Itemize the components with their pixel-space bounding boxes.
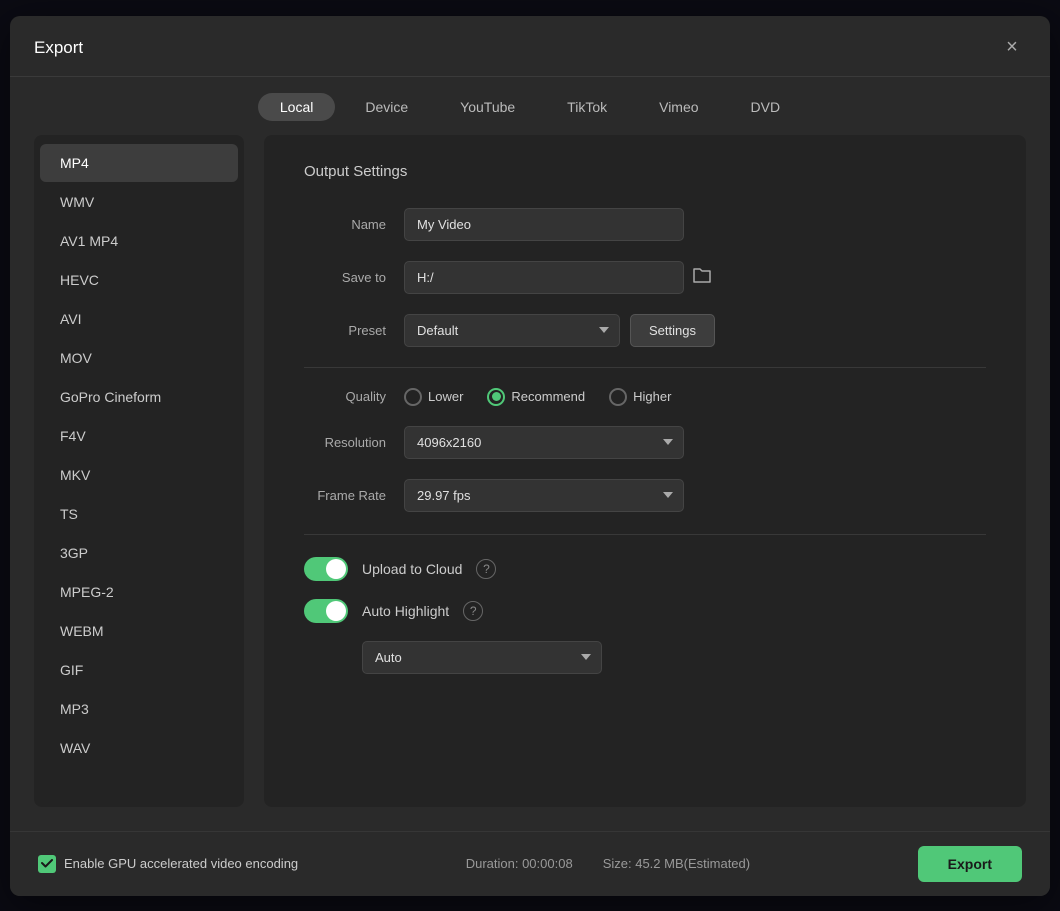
resolution-label: Resolution — [304, 435, 404, 450]
settings-button[interactable]: Settings — [630, 314, 715, 347]
upload-cloud-toggle[interactable] — [304, 557, 348, 581]
dialog-header: Export × — [10, 16, 1050, 77]
save-to-label: Save to — [304, 270, 404, 285]
auto-highlight-toggle-knob — [326, 601, 346, 621]
footer-center: Duration: 00:00:08 Size: 45.2 MB(Estimat… — [466, 856, 750, 871]
dialog-overlay: Export × Local Device YouTube TikTok Vim… — [0, 0, 1060, 911]
preset-row: Preset Default Custom Settings — [304, 314, 986, 347]
save-to-row: Save to — [304, 261, 986, 294]
gpu-checkbox-wrapper[interactable]: Enable GPU accelerated video encoding — [38, 855, 298, 873]
section-divider — [304, 534, 986, 535]
quality-lower-radio[interactable] — [404, 388, 422, 406]
settings-panel: Output Settings Name Save to — [264, 135, 1026, 807]
quality-options: Lower Recommend Higher — [404, 388, 671, 406]
size-stat: Size: 45.2 MB(Estimated) — [603, 856, 750, 871]
resolution-row: Resolution 4096x2160 1920x1080 1280x720 — [304, 426, 986, 459]
tab-vimeo[interactable]: Vimeo — [637, 93, 720, 121]
framerate-label: Frame Rate — [304, 488, 404, 503]
size-value: 45.2 MB(Estimated) — [635, 856, 750, 871]
format-wmv[interactable]: WMV — [40, 183, 238, 221]
format-mkv[interactable]: MKV — [40, 456, 238, 494]
auto-highlight-toggle[interactable] — [304, 599, 348, 623]
quality-recommend-radio-inner — [492, 392, 501, 401]
dialog-title: Export — [34, 38, 83, 58]
format-mp4[interactable]: MP4 — [40, 144, 238, 182]
format-hevc[interactable]: HEVC — [40, 261, 238, 299]
framerate-select[interactable]: 29.97 fps 24 fps 30 fps 60 fps — [404, 479, 684, 512]
save-to-container — [404, 261, 712, 294]
footer-left: Enable GPU accelerated video encoding — [38, 855, 298, 873]
quality-higher-label: Higher — [633, 389, 671, 404]
gpu-label: Enable GPU accelerated video encoding — [64, 856, 298, 871]
dialog-body: MP4 WMV AV1 MP4 HEVC AVI MOV GoPro Cinef… — [10, 135, 1050, 831]
auto-highlight-help-icon[interactable]: ? — [463, 601, 483, 621]
upload-cloud-row: Upload to Cloud ? — [304, 557, 986, 581]
format-f4v[interactable]: F4V — [40, 417, 238, 455]
duration-label: Duration: — [466, 856, 519, 871]
format-gif[interactable]: GIF — [40, 651, 238, 689]
duration-value: 00:00:08 — [522, 856, 573, 871]
auto-highlight-label: Auto Highlight — [362, 603, 449, 619]
format-wav[interactable]: WAV — [40, 729, 238, 767]
quality-recommend-radio[interactable] — [487, 388, 505, 406]
tab-youtube[interactable]: YouTube — [438, 93, 537, 121]
size-label: Size: — [603, 856, 632, 871]
export-button[interactable]: Export — [918, 846, 1022, 882]
quality-lower[interactable]: Lower — [404, 388, 463, 406]
export-dialog: Export × Local Device YouTube TikTok Vim… — [10, 16, 1050, 896]
format-3gp[interactable]: 3GP — [40, 534, 238, 572]
tab-device[interactable]: Device — [343, 93, 430, 121]
format-ts[interactable]: TS — [40, 495, 238, 533]
upload-cloud-toggle-knob — [326, 559, 346, 579]
gpu-checkbox[interactable] — [38, 855, 56, 873]
duration-stat: Duration: 00:00:08 — [466, 856, 573, 871]
tab-local[interactable]: Local — [258, 93, 335, 121]
upload-cloud-help-icon[interactable]: ? — [476, 559, 496, 579]
tab-dvd[interactable]: DVD — [729, 93, 803, 121]
framerate-row: Frame Rate 29.97 fps 24 fps 30 fps 60 fp… — [304, 479, 986, 512]
name-label: Name — [304, 217, 404, 232]
format-gopro[interactable]: GoPro Cineform — [40, 378, 238, 416]
auto-highlight-row: Auto Highlight ? — [304, 599, 986, 623]
format-webm[interactable]: WEBM — [40, 612, 238, 650]
auto-select-dropdown[interactable]: Auto Manual — [362, 641, 602, 674]
quality-row: Quality Lower Recommend — [304, 388, 986, 406]
preset-label: Preset — [304, 323, 404, 338]
format-av1mp4[interactable]: AV1 MP4 — [40, 222, 238, 260]
close-button[interactable]: × — [998, 34, 1026, 62]
auto-select-row: Auto Manual — [362, 641, 986, 674]
quality-recommend-label: Recommend — [511, 389, 585, 404]
format-panel: MP4 WMV AV1 MP4 HEVC AVI MOV GoPro Cinef… — [34, 135, 244, 807]
name-input[interactable] — [404, 208, 684, 241]
preset-select[interactable]: Default Custom — [404, 314, 620, 347]
save-to-input[interactable] — [404, 261, 684, 294]
divider-1 — [304, 367, 986, 368]
quality-lower-label: Lower — [428, 389, 463, 404]
tab-bar: Local Device YouTube TikTok Vimeo DVD — [10, 77, 1050, 135]
output-settings-title: Output Settings — [304, 163, 986, 180]
format-mp3[interactable]: MP3 — [40, 690, 238, 728]
quality-higher[interactable]: Higher — [609, 388, 671, 406]
tab-tiktok[interactable]: TikTok — [545, 93, 629, 121]
name-row: Name — [304, 208, 986, 241]
quality-recommend[interactable]: Recommend — [487, 388, 585, 406]
format-avi[interactable]: AVI — [40, 300, 238, 338]
quality-label: Quality — [304, 389, 404, 404]
folder-icon[interactable] — [692, 266, 712, 289]
format-mov[interactable]: MOV — [40, 339, 238, 377]
dialog-footer: Enable GPU accelerated video encoding Du… — [10, 831, 1050, 896]
upload-cloud-label: Upload to Cloud — [362, 561, 462, 577]
format-mpeg2[interactable]: MPEG-2 — [40, 573, 238, 611]
resolution-select[interactable]: 4096x2160 1920x1080 1280x720 — [404, 426, 684, 459]
quality-higher-radio[interactable] — [609, 388, 627, 406]
preset-container: Default Custom Settings — [404, 314, 715, 347]
